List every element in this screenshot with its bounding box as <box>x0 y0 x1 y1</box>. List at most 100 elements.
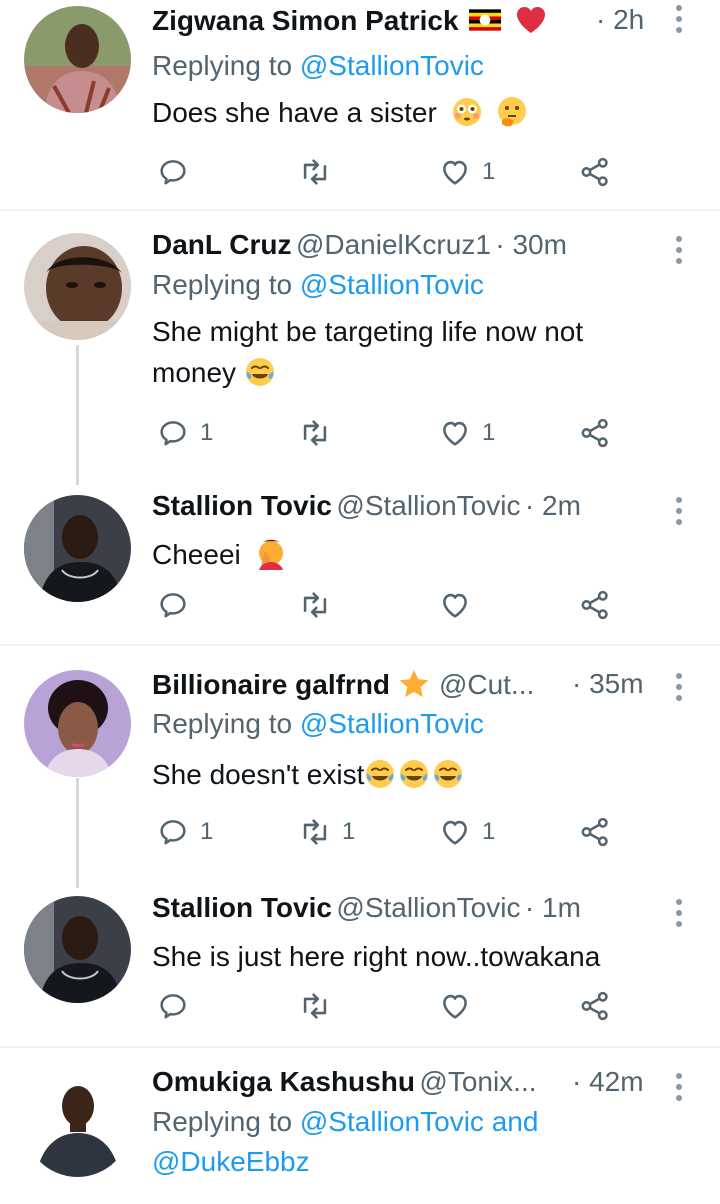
like-icon <box>438 155 472 189</box>
tweet-text: Does she have a sister <box>152 92 652 133</box>
reply-icon <box>156 416 190 450</box>
reply-count: 1 <box>200 419 214 446</box>
like-button[interactable] <box>438 585 482 625</box>
tweet-actions <box>152 986 720 1026</box>
more-options-icon[interactable] <box>666 1070 692 1106</box>
more-options-icon[interactable] <box>666 233 692 269</box>
retweet-button[interactable] <box>298 413 342 453</box>
replying-to: Replying to @StallionTovic <box>152 50 484 82</box>
share-button[interactable] <box>578 812 612 852</box>
replying-to-label: Replying to <box>152 708 300 739</box>
user-handle[interactable]: @DanielKcruz1 <box>296 229 491 260</box>
share-button[interactable] <box>578 585 612 625</box>
like-count: 1 <box>482 818 496 845</box>
tweet-header: Omukiga Kashushu @Tonix... · 42m <box>152 1066 720 1106</box>
facepalm-icon <box>255 538 287 570</box>
like-button[interactable] <box>438 986 482 1026</box>
tweet-actions <box>152 585 720 625</box>
display-name[interactable]: Stallion Tovic <box>152 490 332 521</box>
like-button[interactable]: 1 <box>438 812 495 852</box>
avatar[interactable] <box>24 1070 131 1177</box>
like-button[interactable]: 1 <box>438 413 495 453</box>
avatar[interactable] <box>24 896 131 1003</box>
tweet-danl-cruz[interactable]: DanL Cruz @DanielKcruz1 · 30m Replying t… <box>0 211 720 473</box>
user-handle[interactable]: @StallionTovic <box>336 490 520 521</box>
share-button[interactable] <box>578 152 612 192</box>
tweet-header: DanL Cruz @DanielKcruz1 · 30m <box>152 229 720 269</box>
tweet-text: She might be targeting life now not mone… <box>152 311 652 393</box>
tweet-time[interactable]: · 2m <box>525 490 581 521</box>
share-icon <box>578 588 612 622</box>
tweet-omukiga-kashushu[interactable]: Omukiga Kashushu @Tonix... · 42m Replyin… <box>0 1048 720 1204</box>
avatar[interactable] <box>24 233 131 340</box>
replying-to-link[interactable]: @StallionTovic <box>300 50 484 81</box>
replying-to-link[interactable]: @StallionTovic <box>300 708 484 739</box>
tweet-time[interactable]: · 42m <box>572 1066 644 1098</box>
tweet-time[interactable]: · 2h <box>596 4 644 36</box>
reply-icon <box>156 155 190 189</box>
reply-button[interactable]: 1 <box>156 812 213 852</box>
display-name[interactable]: DanL Cruz <box>152 229 292 260</box>
more-options-icon[interactable] <box>666 670 692 706</box>
replying-to-second-line: @DukeEbbz <box>152 1146 310 1178</box>
display-name[interactable]: Omukiga Kashushu <box>152 1066 415 1097</box>
user-handle[interactable]: @Tonix... <box>419 1066 536 1097</box>
tweet-text: She is just here right now..towakana <box>152 936 712 977</box>
like-count: 1 <box>482 158 496 185</box>
reply-count: 1 <box>200 818 214 845</box>
replying-to: Replying to @StallionTovic <box>152 708 484 740</box>
reply-button[interactable] <box>156 986 200 1026</box>
tweet-header: Stallion Tovic @StallionTovic · 2m <box>152 490 720 530</box>
more-options-icon[interactable] <box>666 896 692 932</box>
reply-button[interactable]: 1 <box>156 413 213 453</box>
replying-to-link[interactable]: @StallionTovic <box>300 269 484 300</box>
reply-icon <box>156 588 190 622</box>
display-name[interactable]: Zigwana Simon Patrick <box>152 5 459 36</box>
tweet-stallion-tovic-2[interactable]: Stallion Tovic @StallionTovic · 1m She i… <box>0 882 720 1047</box>
like-icon <box>438 989 472 1023</box>
retweet-button[interactable] <box>298 585 342 625</box>
like-button[interactable]: 1 <box>438 152 495 192</box>
tweet-time[interactable]: · 30m <box>495 229 567 260</box>
user-handle[interactable]: @Cut... <box>439 669 534 700</box>
tweet-time[interactable]: · 35m <box>572 668 644 700</box>
share-button[interactable] <box>578 413 612 453</box>
flushed-face-icon <box>451 96 483 128</box>
retweet-icon <box>298 155 332 189</box>
replying-to-link[interactable]: @StallionTovic and <box>300 1106 539 1137</box>
display-name[interactable]: Billionaire galfrnd <box>152 669 390 700</box>
red-heart-icon <box>515 4 547 36</box>
tweet-header: Billionaire galfrnd @Cut... · 35m <box>152 668 720 708</box>
tweet-actions: 1 1 1 <box>152 812 720 852</box>
more-options-icon[interactable] <box>666 494 692 530</box>
tweet-header: Stallion Tovic @StallionTovic · 1m <box>152 892 720 932</box>
replying-to-link[interactable]: @DukeEbbz <box>152 1146 310 1177</box>
tweet-text-content: She is just here right now..towakana <box>152 941 601 972</box>
tweet-text: Cheeei <box>152 534 652 575</box>
share-button[interactable] <box>578 986 612 1026</box>
reply-button[interactable] <box>156 152 200 192</box>
tweet-text-content: Does she have a sister <box>152 97 437 128</box>
retweet-button[interactable] <box>298 152 342 192</box>
user-handle[interactable]: @StallionTovic <box>336 892 520 923</box>
more-options-icon[interactable] <box>666 2 692 38</box>
reply-button[interactable] <box>156 585 200 625</box>
tweet-actions: 1 1 <box>152 413 720 453</box>
tweet-zigwana[interactable]: Zigwana Simon Patrick · 2h Replying to @… <box>0 0 720 210</box>
tweet-stallion-tovic-1[interactable]: Stallion Tovic @StallionTovic · 2m Cheee… <box>0 480 720 645</box>
tears-of-joy-icon <box>432 758 464 790</box>
avatar[interactable] <box>24 6 131 113</box>
avatar[interactable] <box>24 670 131 777</box>
tweet-billionaire-galfrnd[interactable]: Billionaire galfrnd @Cut... · 35m Replyi… <box>0 646 720 881</box>
tweet-text-line: She might be targeting life now not <box>152 316 584 347</box>
retweet-icon <box>298 815 332 849</box>
replying-to-label: Replying to <box>152 1106 300 1137</box>
retweet-button[interactable]: 1 <box>298 812 355 852</box>
share-icon <box>578 155 612 189</box>
thinking-face-icon <box>496 96 528 128</box>
display-name[interactable]: Stallion Tovic <box>152 892 332 923</box>
tweet-time[interactable]: · 1m <box>525 892 581 923</box>
retweet-button[interactable] <box>298 986 342 1026</box>
like-icon <box>438 815 472 849</box>
avatar[interactable] <box>24 495 131 602</box>
